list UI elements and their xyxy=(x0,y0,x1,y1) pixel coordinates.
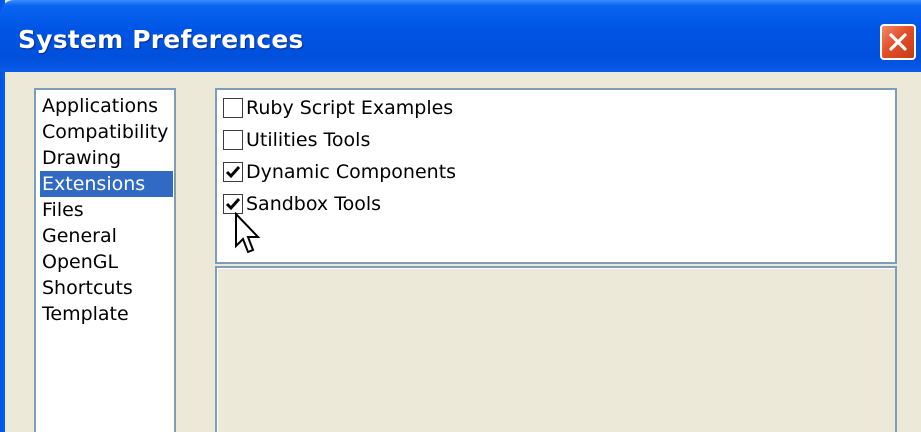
extension-label: Utilities Tools xyxy=(246,129,371,151)
close-icon xyxy=(889,33,907,51)
extension-label: Ruby Script Examples xyxy=(246,97,454,119)
extension-label: Dynamic Components xyxy=(246,161,457,183)
extension-row-sandbox-tools[interactable]: Sandbox Tools xyxy=(223,190,823,218)
checkmark-icon xyxy=(225,198,241,211)
extension-details-panel xyxy=(215,266,897,432)
category-item-compatibility[interactable]: Compatibility xyxy=(40,119,173,145)
mouse-pointer-icon xyxy=(235,212,261,254)
category-list[interactable]: Applications Compatibility Drawing Exten… xyxy=(34,88,176,432)
category-item-template[interactable]: Template xyxy=(40,301,173,327)
extension-label: Sandbox Tools xyxy=(246,193,381,215)
category-item-applications[interactable]: Applications xyxy=(40,93,173,119)
category-item-opengl[interactable]: OpenGL xyxy=(40,249,173,275)
extension-row-utilities-tools[interactable]: Utilities Tools xyxy=(223,126,823,154)
dynamic-components-checkbox[interactable] xyxy=(223,162,243,182)
window-title: System Preferences xyxy=(18,25,304,54)
extension-row-dynamic-components[interactable]: Dynamic Components xyxy=(223,158,823,186)
title-bar[interactable]: System Preferences xyxy=(0,0,921,72)
category-item-shortcuts[interactable]: Shortcuts xyxy=(40,275,173,301)
category-item-drawing[interactable]: Drawing xyxy=(40,145,173,171)
category-item-general[interactable]: General xyxy=(40,223,173,249)
category-item-files[interactable]: Files xyxy=(40,197,173,223)
preferences-window: System Preferences Applications Compatib… xyxy=(0,0,921,432)
extensions-list: Ruby Script Examples Utilities Tools Dyn… xyxy=(215,88,897,264)
category-item-extensions[interactable]: Extensions xyxy=(40,171,173,197)
extension-row-ruby-script-examples[interactable]: Ruby Script Examples xyxy=(223,94,823,122)
checkmark-icon xyxy=(225,166,241,179)
utilities-tools-checkbox[interactable] xyxy=(223,130,243,150)
sandbox-tools-checkbox[interactable] xyxy=(223,194,243,214)
ruby-script-examples-checkbox[interactable] xyxy=(223,98,243,118)
close-button[interactable] xyxy=(880,24,916,60)
